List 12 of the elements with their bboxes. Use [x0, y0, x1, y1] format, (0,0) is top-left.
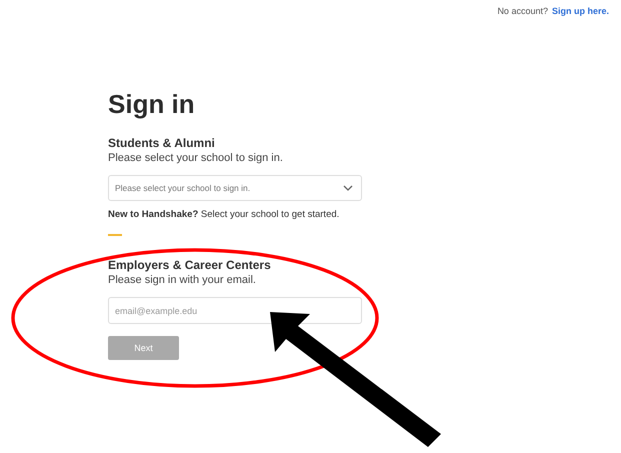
page-title: Sign in: [108, 88, 196, 120]
section-heading: Students & Alumni: [108, 136, 216, 151]
chevron-down-icon: [343, 185, 353, 191]
section-heading: Employers & Career Centers: [108, 258, 272, 273]
section-subtitle: Please sign in with your email.: [108, 273, 257, 287]
sign-up-link[interactable]: Sign up here.: [552, 6, 609, 16]
new-user-note: New to Handshake? Select your school to get started.: [108, 209, 340, 220]
section-subtitle: Please select your school to sign in.: [108, 151, 284, 165]
account-prompt: No account?: [497, 6, 548, 16]
select-placeholder: Please select your school to sign in.: [115, 183, 250, 193]
email-field[interactable]: email@example.edu: [108, 297, 362, 324]
school-select[interactable]: Please select your school to sign in.: [108, 175, 362, 201]
